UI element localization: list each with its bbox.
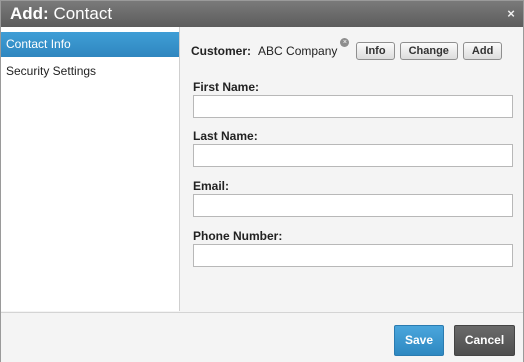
email-label: Email: [193, 179, 230, 193]
remove-customer-icon[interactable]: × [340, 38, 350, 47]
sidebar: Contact Info Security Settings [1, 27, 180, 311]
customer-info-button[interactable]: Info [356, 42, 395, 60]
cancel-button[interactable]: Cancel [454, 325, 515, 356]
dialog-title-text: Contact [53, 4, 113, 23]
add-contact-dialog: Add: Contact × Contact Info Security Set… [0, 0, 524, 362]
dialog-titlebar: Add: Contact × [1, 1, 523, 27]
save-button[interactable]: Save [394, 325, 444, 356]
sidebar-item-security-settings[interactable]: Security Settings [1, 59, 179, 85]
customer-value: ABC Company × [258, 38, 350, 58]
customer-add-button[interactable]: Add [462, 42, 503, 60]
customer-row: Customer: ABC Company × Info Change Add [191, 38, 503, 62]
dialog-title-prefix: Add: [10, 4, 49, 23]
last-name-field[interactable] [193, 144, 513, 167]
close-icon[interactable]: × [504, 7, 518, 21]
first-name-label: First Name: [193, 80, 260, 94]
customer-name: ABC Company [258, 44, 338, 58]
contact-form: Customer: ABC Company × Info Change Add … [181, 27, 523, 311]
last-name-label: Last Name: [193, 129, 258, 143]
first-name-field[interactable] [193, 95, 513, 118]
email-field[interactable] [193, 194, 513, 217]
customer-change-button[interactable]: Change [399, 42, 458, 60]
dialog-title: Add: Contact [10, 3, 112, 25]
phone-number-field[interactable] [193, 244, 513, 267]
sidebar-item-contact-info[interactable]: Contact Info [1, 32, 179, 57]
customer-label: Customer: [191, 44, 252, 58]
dialog-footer: Save Cancel [1, 312, 523, 362]
phone-number-label: Phone Number: [193, 229, 283, 243]
